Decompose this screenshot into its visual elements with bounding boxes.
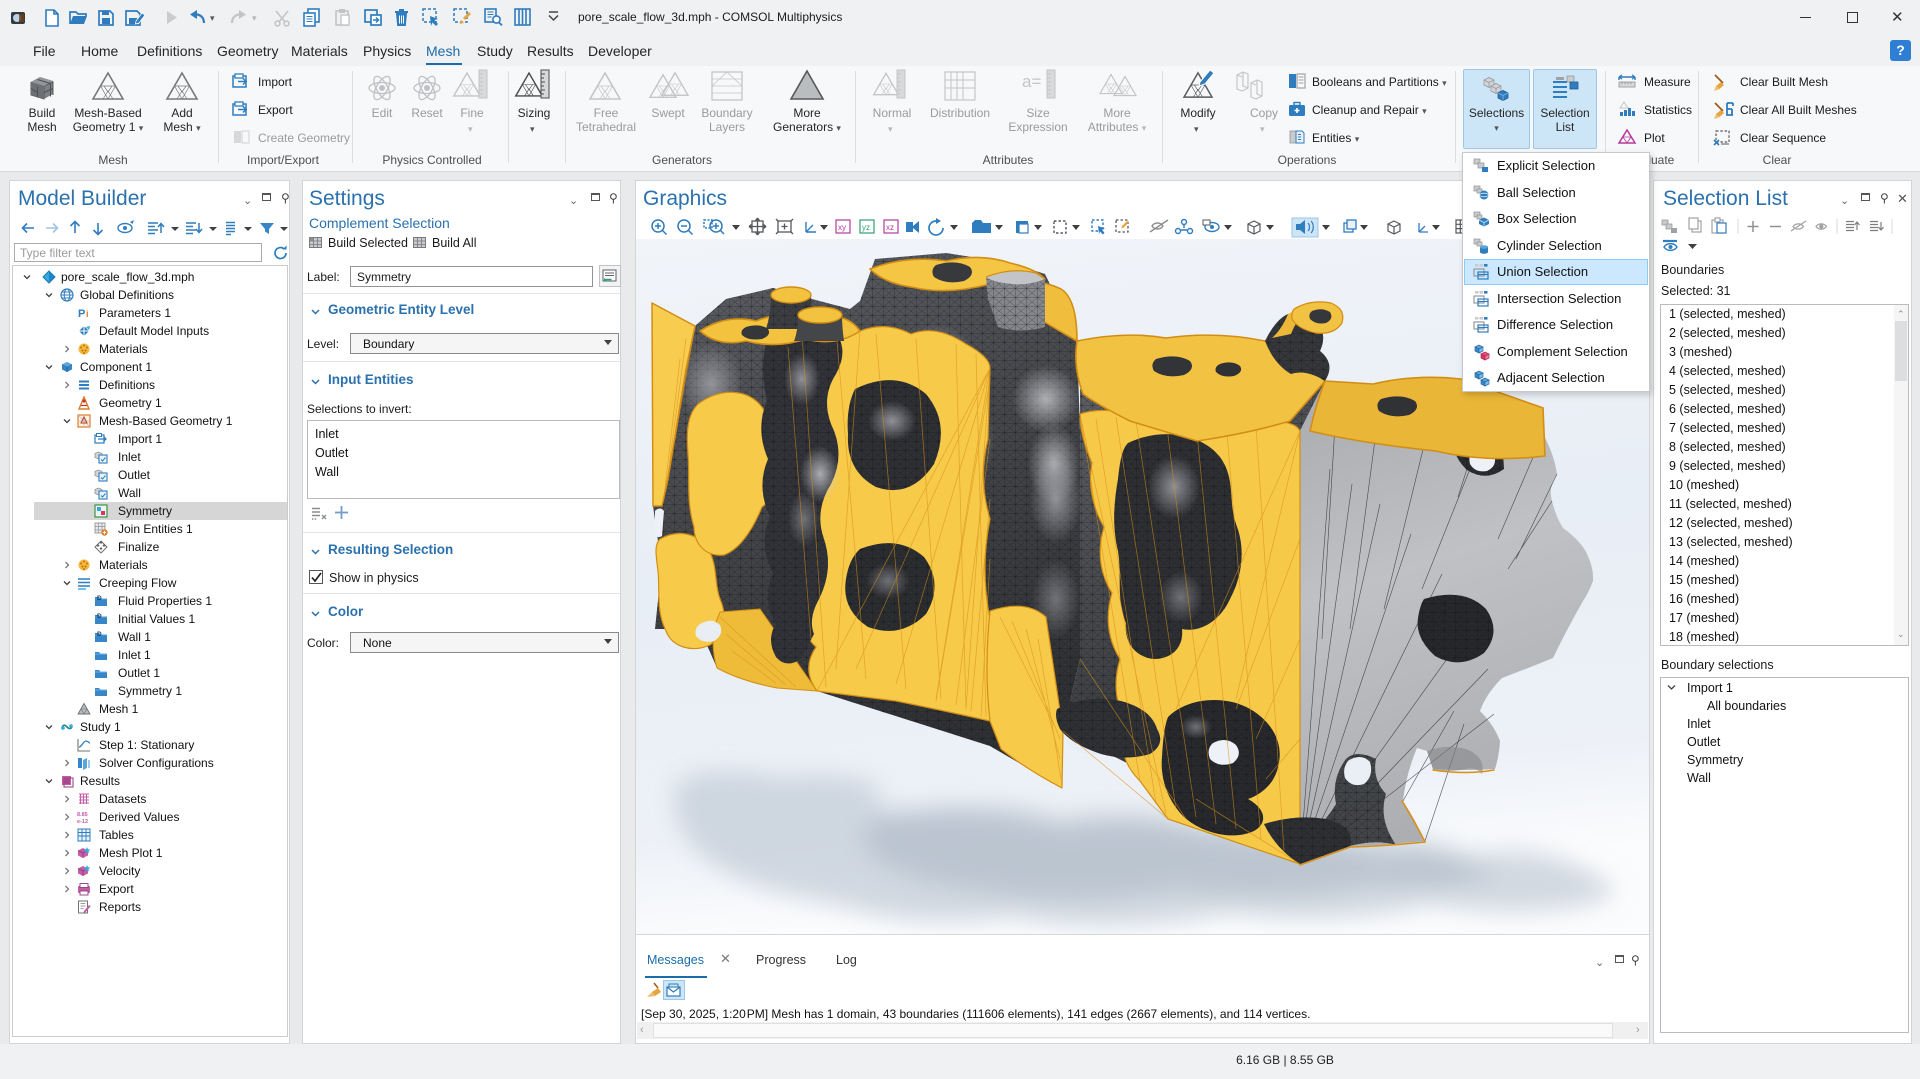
- svg-text:yz: yz: [862, 223, 870, 232]
- svg-text:xz: xz: [886, 223, 894, 232]
- svg-text:xy: xy: [838, 223, 846, 232]
